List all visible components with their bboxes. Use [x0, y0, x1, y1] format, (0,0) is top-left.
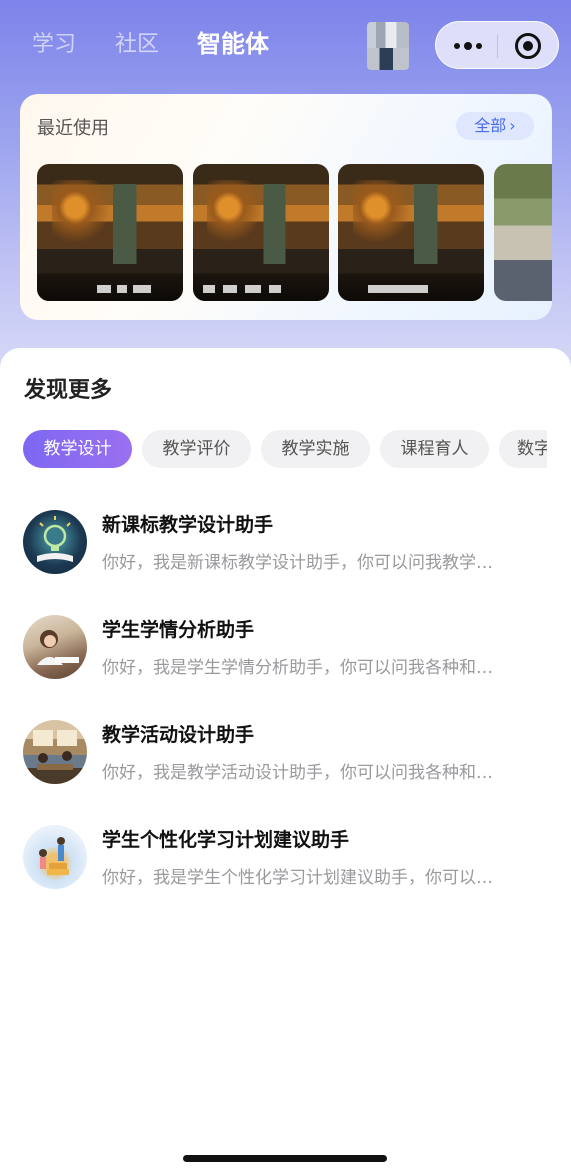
agent-name: 新课标教学设计助手 — [102, 514, 274, 536]
top-bar: 学习 社区 智能体 — [0, 0, 571, 92]
student-reading-icon — [23, 615, 87, 679]
recent-item-4[interactable] — [494, 164, 552, 301]
students-books-icon — [23, 825, 87, 889]
agent-item[interactable]: 学生个性化学习计划建议助手 你好，我是学生个性化学习计划建议助手，你可以… — [0, 815, 571, 899]
tab-community[interactable]: 社区 — [115, 30, 159, 60]
recent-title: 最近使用 — [37, 118, 109, 139]
agent-name: 教学活动设计助手 — [102, 724, 255, 746]
capsule-divider — [497, 34, 498, 58]
lightbulb-book-icon — [23, 510, 87, 574]
chip-digital[interactable]: 数字 — [499, 430, 547, 468]
agent-description: 你好，我是学生个性化学习计划建议助手，你可以… — [102, 868, 493, 888]
miniprogram-capsule — [435, 21, 559, 69]
agent-name: 学生学情分析助手 — [102, 619, 255, 641]
recent-item-caption — [193, 271, 329, 301]
recent-item-caption — [37, 271, 183, 301]
recent-used-card: 最近使用 全部 › — [20, 94, 552, 320]
chip-teaching-design[interactable]: 教学设计 — [23, 430, 132, 468]
chevron-right-icon: › — [509, 116, 516, 135]
tab-study[interactable]: 学习 — [32, 30, 76, 60]
agent-name: 学生个性化学习计划建议助手 — [102, 829, 350, 851]
chip-teaching-evaluation[interactable]: 教学评价 — [142, 430, 251, 468]
agent-description: 你好，我是教学活动设计助手，你可以问我各种和… — [102, 763, 493, 783]
agent-item[interactable]: 新课标教学设计助手 你好，我是新课标教学设计助手，你可以问我教学… — [0, 500, 571, 584]
chip-teaching-implementation[interactable]: 教学实施 — [261, 430, 370, 468]
agent-description: 你好，我是新课标教学设计助手，你可以问我教学… — [102, 553, 493, 573]
close-miniprogram-icon[interactable] — [515, 33, 541, 59]
classroom-activity-icon — [23, 720, 87, 784]
user-avatar[interactable] — [367, 22, 409, 70]
discover-title: 发现更多 — [24, 378, 113, 403]
recent-item-1[interactable] — [37, 164, 183, 301]
recent-item-caption — [338, 271, 484, 301]
discover-sheet: 发现更多 教学设计 教学评价 教学实施 课程育人 数字 新课标教学设计助手 你好… — [0, 348, 571, 1174]
view-all-label: 全部 — [474, 116, 507, 135]
chip-course-education[interactable]: 课程育人 — [380, 430, 489, 468]
category-chips: 教学设计 教学评价 教学实施 课程育人 数字 — [23, 430, 547, 468]
recent-item-2[interactable] — [193, 164, 329, 301]
agent-item[interactable]: 教学活动设计助手 你好，我是教学活动设计助手，你可以问我各种和… — [0, 710, 571, 794]
agent-description: 你好，我是学生学情分析助手，你可以问我各种和… — [102, 658, 493, 678]
tab-agents[interactable]: 智能体 — [197, 29, 269, 59]
recent-item-3[interactable] — [338, 164, 484, 301]
agent-item[interactable]: 学生学情分析助手 你好，我是学生学情分析助手，你可以问我各种和… — [0, 605, 571, 689]
more-icon[interactable] — [450, 34, 486, 58]
view-all-button[interactable]: 全部 › — [456, 112, 534, 140]
home-indicator — [183, 1155, 387, 1162]
